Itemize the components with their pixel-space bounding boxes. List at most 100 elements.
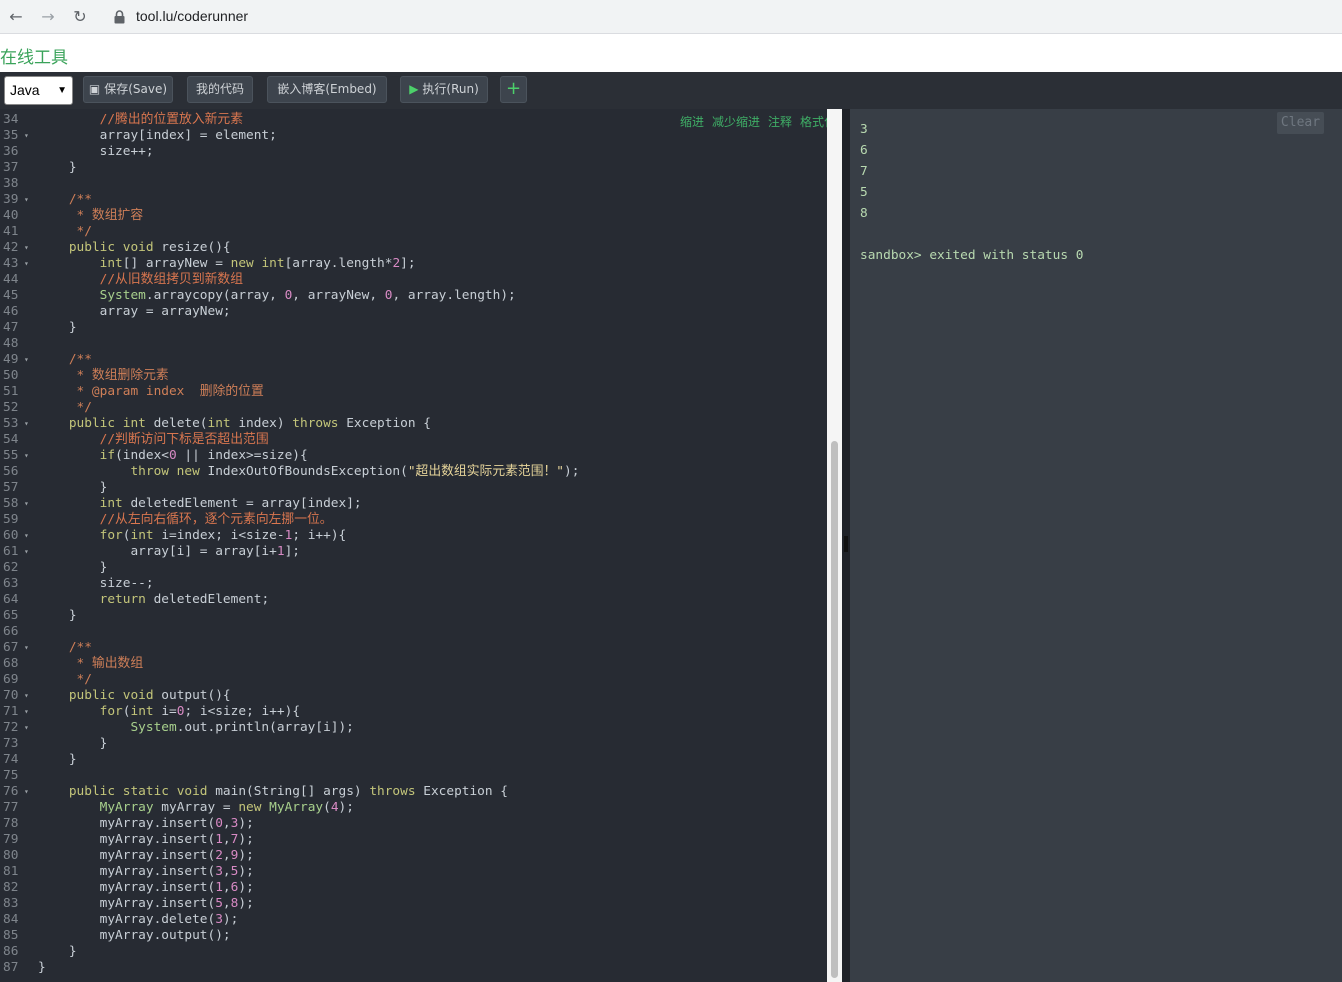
code-token: , (222, 832, 231, 847)
code-text: } (38, 560, 108, 576)
code-token: //判断访问下标是否超出范围 (99, 432, 269, 447)
line-number: 64 (3, 592, 19, 607)
code-token: System (99, 288, 146, 303)
code-token: 1 (276, 544, 285, 559)
code-token: } (38, 736, 108, 751)
code-token: * 数组删除元素 (38, 368, 169, 383)
code-token: ); (238, 816, 254, 831)
line-number: 36 (3, 144, 19, 159)
fold-toggle-icon[interactable]: ▾ (24, 352, 29, 368)
code-token: Exception { (415, 784, 508, 799)
code-token: myArray.insert( (38, 864, 216, 879)
line-number: 43 (3, 256, 19, 271)
code-token: (index< (115, 448, 169, 463)
code-token: public void (68, 240, 154, 255)
code-text: MyArray myArray = new MyArray(4); (38, 800, 354, 816)
code-token: } (38, 608, 77, 623)
run-label: 执行(Run) (422, 82, 479, 96)
fold-toggle-icon[interactable]: ▾ (24, 128, 29, 144)
code-text: array[index] = element; (38, 128, 277, 144)
embed-button[interactable]: 嵌入博客(Embed) (267, 76, 387, 103)
code-token: } (38, 752, 77, 767)
comment-button[interactable]: 注释 (768, 115, 792, 129)
editor-toolbar: Java ▼ ▣ 保存(Save) 我的代码 嵌入博客(Embed) ▶ 执行(Ru… (0, 72, 1342, 109)
line-number: 54 (3, 432, 19, 447)
splitter-handle[interactable] (844, 536, 848, 552)
my-code-button[interactable]: 我的代码 (187, 76, 253, 103)
editor-scroll-thumb[interactable] (831, 441, 838, 978)
code-text: //从旧数组拷贝到新数组 (38, 272, 243, 288)
code-token: ); (238, 864, 254, 879)
fold-toggle-icon[interactable]: ▾ (24, 688, 29, 704)
output-line: 5 (860, 185, 868, 200)
code-text: int[] arrayNew = new int[array.length*2]… (38, 256, 416, 272)
code-text: myArray.insert(1,7); (38, 832, 254, 848)
code-token: , (222, 864, 231, 879)
code-token: || index>=size){ (176, 448, 308, 463)
clear-button[interactable]: Clear (1277, 112, 1324, 134)
address-bar[interactable]: tool.lu/coderunner (104, 3, 1342, 31)
code-token: [array.length* (284, 256, 393, 271)
fold-toggle-icon[interactable]: ▾ (24, 704, 29, 720)
code-token: int (130, 528, 154, 543)
line-number: 73 (3, 736, 19, 751)
fold-toggle-icon[interactable]: ▾ (24, 256, 29, 272)
code-text: //腾出的位置放入新元素 (38, 112, 243, 128)
fold-toggle-icon[interactable]: ▾ (24, 192, 29, 208)
fold-toggle-icon[interactable]: ▾ (24, 240, 29, 256)
line-number: 60 (3, 528, 19, 543)
code-token: * 数组扩容 (38, 208, 144, 223)
browser-toolbar: ← → ↻ tool.lu/coderunner (0, 0, 1342, 34)
back-icon[interactable]: ← (5, 6, 27, 28)
line-number: 34 (3, 112, 19, 127)
indent-button[interactable]: 缩进 (680, 115, 704, 129)
fold-toggle-icon[interactable]: ▾ (24, 528, 29, 544)
add-button[interactable]: + (500, 76, 527, 103)
fold-toggle-icon[interactable]: ▾ (24, 496, 29, 512)
code-token: //从旧数组拷贝到新数组 (99, 272, 244, 287)
line-number: 75 (3, 768, 19, 783)
code-text: for(int i=index; i<size-1; i++){ (38, 528, 347, 544)
code-token: } (38, 320, 77, 335)
fold-toggle-icon[interactable]: ▾ (24, 640, 29, 656)
code-token: } (38, 944, 77, 959)
site-title[interactable]: 在线工具 (0, 43, 68, 68)
code-text: } (38, 944, 77, 960)
fold-toggle-icon[interactable]: ▾ (24, 544, 29, 560)
forward-icon[interactable]: → (37, 6, 59, 28)
language-select[interactable]: Java ▼ (4, 76, 73, 105)
code-token: new (238, 800, 262, 815)
run-button[interactable]: ▶ 执行(Run) (400, 76, 488, 103)
code-token: ]; (400, 256, 416, 271)
url-text[interactable]: tool.lu/coderunner (136, 8, 248, 24)
line-number: 70 (3, 688, 19, 703)
code-token: ); (338, 800, 354, 815)
outdent-button[interactable]: 减少缩进 (712, 115, 760, 129)
line-number: 85 (3, 928, 19, 943)
code-token: output(){ (153, 688, 231, 703)
save-button[interactable]: ▣ 保存(Save) (83, 76, 173, 103)
code-text: array[i] = array[i+1]; (38, 544, 300, 560)
fold-toggle-icon[interactable]: ▾ (24, 416, 29, 432)
code-text: myArray.delete(3); (38, 912, 239, 928)
code-token: IndexOutOfBoundsException( (199, 464, 408, 479)
line-number: 45 (3, 288, 19, 303)
fold-toggle-icon[interactable]: ▾ (24, 720, 29, 736)
line-number: 42 (3, 240, 19, 255)
code-text: * @param index 删除的位置 (38, 384, 264, 400)
code-token: //腾出的位置放入新元素 (99, 112, 244, 127)
fold-toggle-icon[interactable]: ▾ (24, 784, 29, 800)
code-editor[interactable]: 34 //腾出的位置放入新元素 35 ▾ array[index] = elemen… (0, 109, 842, 982)
code-token: for (99, 528, 123, 543)
code-text: */ (38, 400, 92, 416)
reload-icon[interactable]: ↻ (69, 6, 91, 28)
code-token: 1 (215, 832, 223, 847)
fold-toggle-icon[interactable]: ▾ (24, 448, 29, 464)
code-token: index) (230, 416, 293, 431)
code-token: /** (38, 192, 92, 207)
line-number: 52 (3, 400, 19, 415)
code-token: ); (238, 896, 254, 911)
